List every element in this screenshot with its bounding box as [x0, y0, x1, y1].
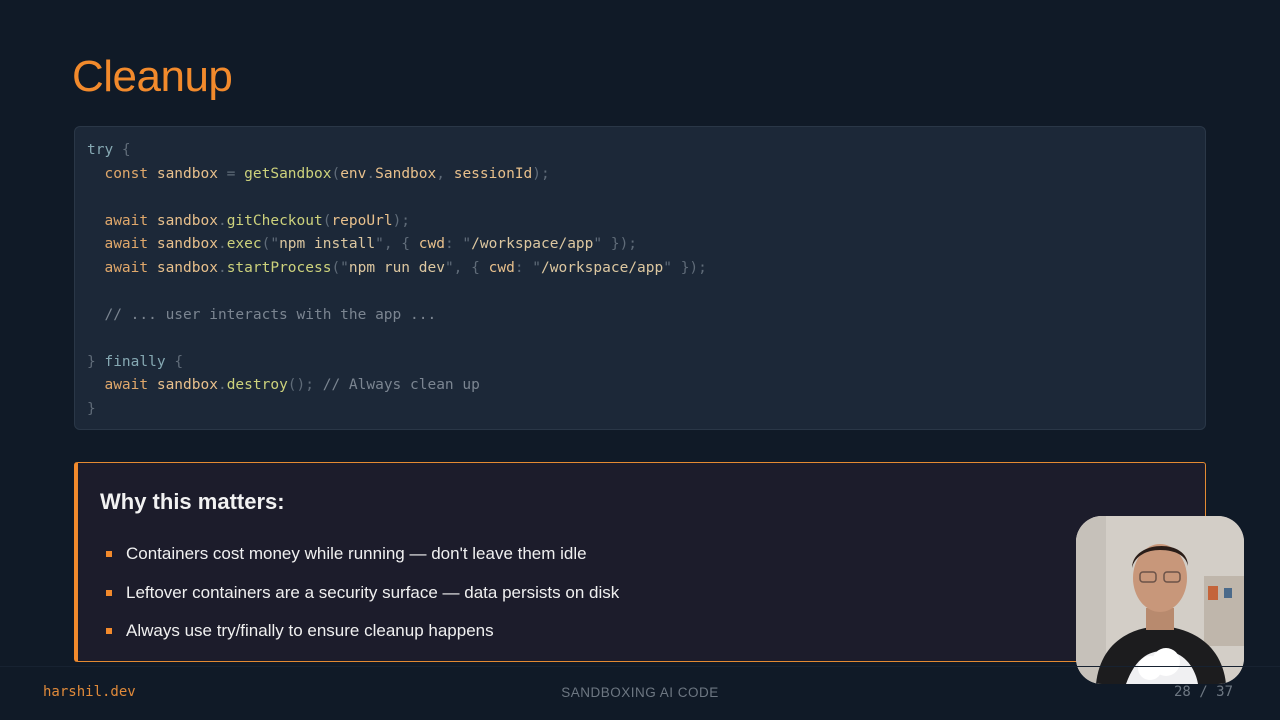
code-line: } finally {: [87, 351, 1193, 375]
code-token: startProcess: [226, 259, 332, 276]
footer-divider: [0, 666, 1280, 667]
bullet-square-icon: [106, 589, 112, 596]
presenter-image: [1076, 516, 1244, 684]
code-line: }: [87, 398, 1193, 422]
code-line: await sandbox.exec("npm install", { cwd:…: [87, 233, 1193, 257]
code-token: repoUrl: [331, 212, 393, 229]
code-token: cwd: [418, 236, 445, 252]
code-token: env: [340, 165, 367, 182]
code-token: // Always clean up: [322, 377, 480, 393]
code-block: try { const sandbox = getSandbox(env.San…: [74, 126, 1206, 430]
code-line: try {: [87, 139, 1193, 163]
code-token: sandbox: [156, 212, 218, 229]
code-token: sessionId: [453, 165, 533, 182]
list-item: Leftover containers are a security surfa…: [100, 574, 1181, 613]
code-token: );: [532, 165, 550, 182]
callout-box: Why this matters: Containers cost money …: [74, 462, 1206, 662]
presenter-webcam: [1076, 516, 1244, 684]
code-token: }: [87, 400, 96, 417]
code-token: .: [217, 259, 227, 276]
code-token: /workspace/app: [471, 236, 594, 252]
footer-deck-title: SANDBOXING AI CODE: [561, 685, 719, 700]
code-token: " });: [663, 259, 707, 276]
code-token: {: [174, 353, 184, 370]
code-token: sandbox: [156, 377, 218, 393]
slide-title: Cleanup: [72, 52, 233, 101]
code-token: const: [87, 165, 157, 182]
code-line: const sandbox = getSandbox(env.Sandbox, …: [87, 163, 1193, 187]
code-token: .: [366, 165, 376, 182]
code-token: getSandbox: [244, 165, 332, 182]
code-token: {: [121, 142, 131, 158]
code-token: sandbox: [156, 236, 218, 252]
bullet-text: Containers cost money while running — do…: [126, 544, 587, 564]
code-token: .: [217, 212, 227, 229]
code-token: cwd: [488, 259, 515, 276]
callout-heading: Why this matters:: [100, 489, 285, 514]
code-token: .: [217, 236, 227, 252]
code-token: try: [87, 142, 122, 158]
code-token: npm run dev: [348, 259, 445, 276]
code-token: sandbox: [156, 259, 218, 276]
code-token: exec: [226, 236, 262, 252]
code-token: gitCheckout: [226, 212, 323, 229]
code-token: npm install: [279, 236, 376, 252]
list-item: Always use try/finally to ensure cleanup…: [100, 612, 1181, 651]
code-token: sandbox: [156, 165, 218, 182]
bullet-text: Always use try/finally to ensure cleanup…: [126, 621, 494, 641]
code-token: await: [87, 212, 157, 229]
code-token: /workspace/app: [541, 259, 664, 276]
code-token: await: [87, 259, 157, 276]
code-token: }: [87, 353, 105, 370]
code-token: : ": [514, 259, 542, 276]
code-token: ", {: [375, 236, 419, 252]
code-token: : ": [444, 236, 472, 252]
code-token: =: [217, 165, 245, 182]
code-token: " });: [593, 236, 638, 252]
code-line: await sandbox.startProcess("npm run dev"…: [87, 257, 1193, 281]
code-token: ", {: [444, 259, 489, 276]
bullet-square-icon: [106, 551, 112, 558]
code-token: // ... user interacts with the app ...: [87, 306, 437, 323]
code-line: // ... user interacts with the app ...: [87, 304, 1193, 328]
code-token: ();: [287, 377, 323, 393]
list-item: Containers cost money while running — do…: [100, 535, 1181, 574]
bullet-text: Leftover containers are a security surfa…: [126, 582, 620, 602]
page-indicator: 28 / 37: [1174, 684, 1234, 700]
bullet-list: Containers cost money while running — do…: [100, 535, 1181, 651]
code-token: (: [331, 165, 341, 182]
code-token: await: [87, 236, 157, 252]
bullet-square-icon: [106, 628, 112, 635]
code-token: ,: [436, 165, 454, 182]
code-token: finally: [104, 353, 175, 370]
code-line: await sandbox.gitCheckout(repoUrl);: [87, 210, 1193, 234]
code-token: Sandbox: [375, 165, 437, 182]
code-token: destroy: [226, 377, 288, 393]
code-token: await: [87, 377, 157, 393]
code-token: (": [261, 236, 280, 252]
code-token: );: [392, 212, 411, 229]
code-line: await sandbox.destroy(); // Always clean…: [87, 374, 1193, 398]
code-token: (": [331, 259, 349, 276]
code-token: .: [217, 377, 227, 393]
